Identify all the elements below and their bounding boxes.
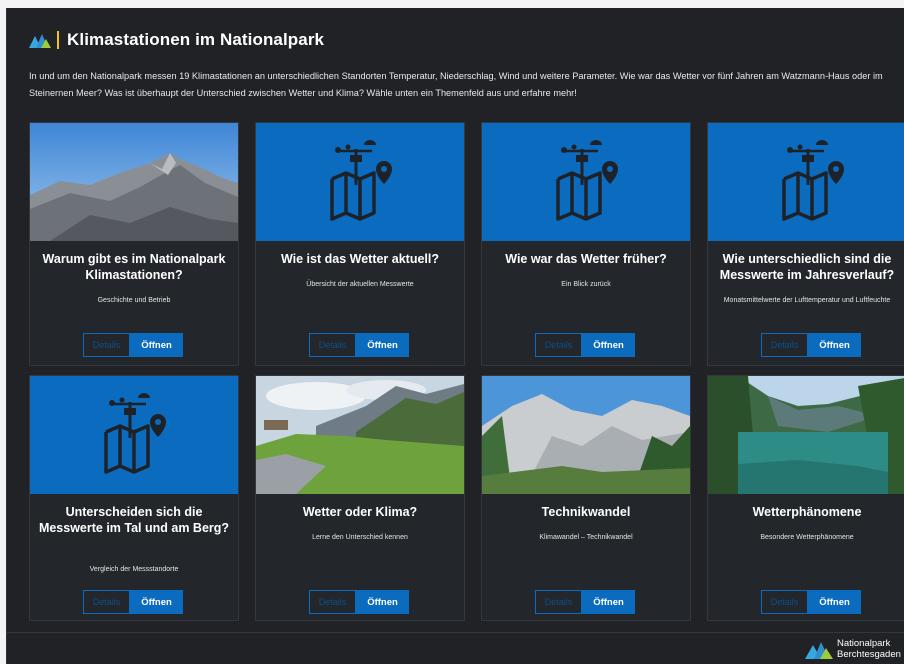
intro-text: In und um den Nationalpark messen 19 Kli… — [29, 71, 883, 98]
open-button[interactable]: Öffnen — [130, 590, 183, 614]
topic-card[interactable]: Wetter oder Klima? Lerne den Unterschied… — [255, 375, 465, 621]
brand-line-1: Nationalpark — [837, 638, 891, 649]
card-subtitle: Ein Blick zurück — [561, 281, 611, 288]
mountains-logo-icon — [805, 642, 833, 659]
footer-divider — [7, 632, 904, 633]
title-separator — [57, 31, 59, 49]
photo-limestone-cliffs — [482, 376, 690, 494]
details-button[interactable]: Details — [309, 333, 356, 357]
card-subtitle: Übersicht der aktuellen Messwerte — [306, 281, 414, 288]
card-subtitle: Besondere Wetterphänomene — [760, 534, 854, 541]
open-button[interactable]: Öffnen — [582, 590, 635, 614]
card-subtitle: Geschichte und Betrieb — [97, 297, 171, 304]
mountains-logo-icon — [29, 34, 51, 48]
details-button[interactable]: Details — [309, 590, 356, 614]
card-actions: Details Öffnen — [535, 333, 635, 357]
topic-card[interactable]: Warum gibt es im Nationalpark Klimastati… — [29, 122, 239, 366]
open-button[interactable]: Öffnen — [808, 590, 861, 614]
app-frame: Klimastationen im Nationalpark In und um… — [6, 8, 904, 664]
card-actions: Details Öffnen — [309, 333, 409, 357]
photo-alpine-meadow — [256, 376, 464, 494]
card-title: Wetterphänomene — [752, 505, 862, 519]
brand-name: Nationalpark Berchtesgaden — [837, 638, 901, 660]
open-button[interactable]: Öffnen — [130, 333, 183, 357]
open-button[interactable]: Öffnen — [356, 590, 409, 614]
topic-card[interactable]: Unterscheiden sich die Messwerte im Tal … — [29, 375, 239, 621]
weather-map-icon — [708, 123, 904, 241]
open-button[interactable]: Öffnen — [582, 333, 635, 357]
card-title: Warum gibt es im Nationalpark Klimastati… — [42, 252, 226, 282]
card-title: Wie unterschiedlich sind die Messwerte i… — [719, 252, 895, 282]
weather-map-icon — [30, 376, 238, 494]
card-actions: Details Öffnen — [83, 590, 183, 614]
page-header: Klimastationen im Nationalpark — [29, 30, 324, 50]
card-title: Wie ist das Wetter aktuell? — [280, 252, 440, 266]
card-title: Wie war das Wetter früher? — [505, 252, 667, 266]
weather-map-icon — [482, 123, 690, 241]
open-button[interactable]: Öffnen — [808, 333, 861, 357]
photo-mountain-lake — [708, 376, 904, 494]
topic-card[interactable]: Wetterphänomene Besondere Wetterphänomen… — [707, 375, 904, 621]
open-button[interactable]: Öffnen — [356, 333, 409, 357]
card-subtitle: Monatsmittelwerte der Lufttemperatur und… — [723, 297, 891, 304]
photo-rocky-peak — [30, 123, 238, 241]
card-actions: Details Öffnen — [535, 590, 635, 614]
card-title: Technikwandel — [541, 505, 631, 519]
card-actions: Details Öffnen — [309, 590, 409, 614]
brand-line-2: Berchtesgaden — [837, 649, 901, 660]
details-button[interactable]: Details — [83, 333, 130, 357]
page-title: Klimastationen im Nationalpark — [67, 30, 325, 49]
weather-map-icon — [256, 123, 464, 241]
footer-brand: Nationalpark Berchtesgaden — [805, 638, 901, 660]
card-subtitle: Klimawandel – Technikwandel — [539, 534, 633, 541]
topic-card[interactable]: Technikwandel Klimawandel – Technikwande… — [481, 375, 691, 621]
card-actions: Details Öffnen — [761, 333, 861, 357]
card-actions: Details Öffnen — [83, 333, 183, 357]
topic-card[interactable]: Wie unterschiedlich sind die Messwerte i… — [707, 122, 904, 366]
card-actions: Details Öffnen — [761, 590, 861, 614]
card-title: Wetter oder Klima? — [302, 505, 418, 519]
details-button[interactable]: Details — [535, 333, 582, 357]
card-title: Unterscheiden sich die Messwerte im Tal … — [38, 505, 230, 535]
details-button[interactable]: Details — [761, 333, 808, 357]
details-button[interactable]: Details — [83, 590, 130, 614]
details-button[interactable]: Details — [761, 590, 808, 614]
details-button[interactable]: Details — [535, 590, 582, 614]
card-subtitle: Lerne den Unterschied kennen — [312, 534, 408, 541]
card-subtitle: Vergleich der Messstandorte — [89, 566, 179, 573]
topic-card[interactable]: Wie ist das Wetter aktuell? Übersicht de… — [255, 122, 465, 366]
topic-card[interactable]: Wie war das Wetter früher? Ein Blick zur… — [481, 122, 691, 366]
